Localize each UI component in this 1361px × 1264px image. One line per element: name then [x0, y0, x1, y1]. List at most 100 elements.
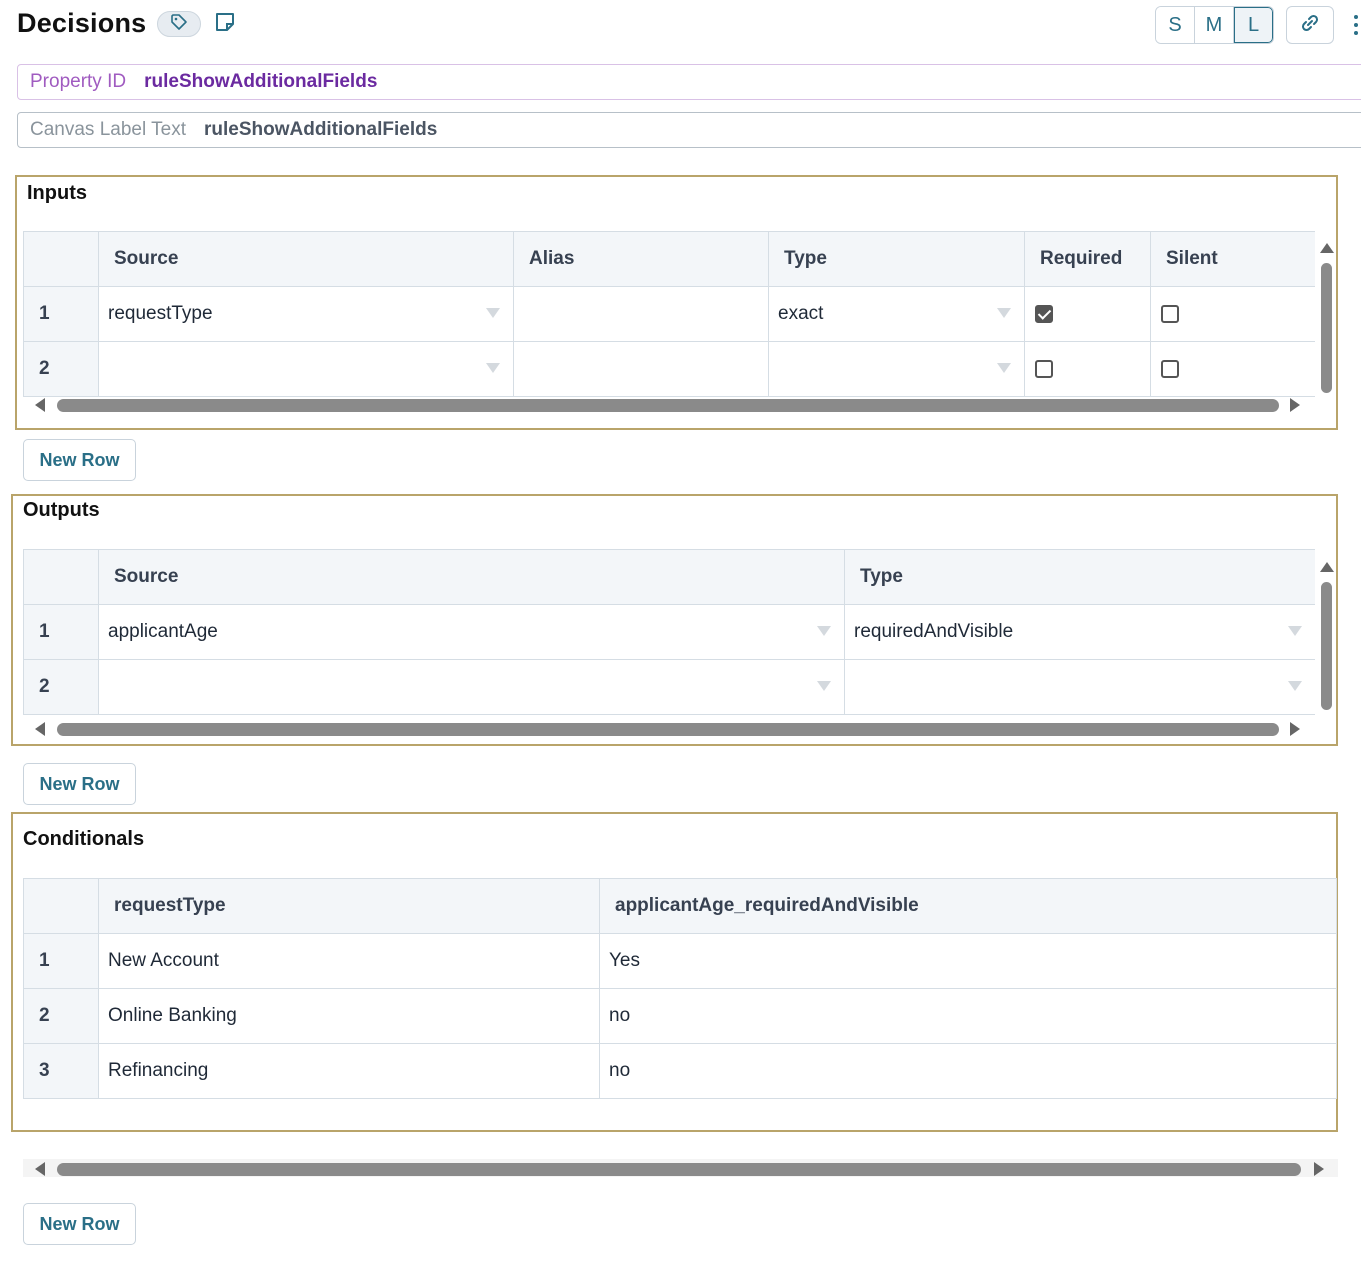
inputs-grid-viewport: Source Alias Type Required Silent 1 requ…: [23, 231, 1315, 397]
row-index: 2: [23, 659, 99, 715]
tag-button[interactable]: [157, 11, 201, 37]
chevron-down-icon: [486, 363, 500, 373]
canvas-label-value: ruleShowAdditionalFields: [203, 119, 438, 140]
scroll-thumb[interactable]: [1321, 263, 1332, 393]
conditionals-col-output: applicantAge_requiredAndVisible: [599, 878, 1337, 934]
scroll-thumb[interactable]: [1321, 582, 1332, 710]
inputs-col-source: Source: [98, 231, 514, 287]
scroll-thumb[interactable]: [57, 723, 1279, 736]
outputs-new-row-button[interactable]: New Row: [23, 763, 136, 805]
row-index: 1: [23, 933, 99, 989]
outputs-col-source: Source: [98, 549, 845, 605]
request-type-cell[interactable]: Online Banking: [98, 988, 600, 1044]
outputs-col-type: Type: [844, 549, 1315, 605]
type-select[interactable]: requiredAndVisible: [844, 604, 1315, 660]
required-checkbox[interactable]: [1035, 304, 1053, 323]
scroll-thumb[interactable]: [57, 399, 1279, 412]
table-row: 2: [23, 659, 1315, 715]
table-row: 1 requestType exact: [23, 286, 1315, 342]
request-type-cell[interactable]: New Account: [98, 933, 600, 989]
inputs-vertical-scrollbar[interactable]: [1318, 243, 1336, 398]
conditionals-new-row-button[interactable]: New Row: [23, 1203, 136, 1245]
inputs-index-header: [23, 231, 99, 287]
inputs-col-required: Required: [1024, 231, 1151, 287]
inputs-horizontal-scrollbar[interactable]: [23, 395, 1313, 413]
link-button[interactable]: [1286, 6, 1334, 44]
required-cell: [1024, 341, 1151, 397]
row-index: 3: [23, 1043, 99, 1099]
scroll-right-icon[interactable]: [1290, 722, 1300, 736]
silent-checkbox[interactable]: [1161, 359, 1179, 378]
inputs-title: Inputs: [27, 182, 87, 204]
scroll-up-icon[interactable]: [1320, 562, 1334, 572]
size-toggle-group: S M L: [1155, 6, 1274, 44]
source-value: requestType: [108, 303, 213, 324]
source-select[interactable]: applicantAge: [98, 604, 845, 660]
inputs-col-type: Type: [768, 231, 1025, 287]
alias-input[interactable]: [513, 341, 769, 397]
chevron-down-icon: [997, 363, 1011, 373]
conditionals-horizontal-scrollbar[interactable]: [23, 1159, 1338, 1177]
scroll-right-icon[interactable]: [1290, 398, 1300, 412]
inputs-new-row-button[interactable]: New Row: [23, 439, 136, 481]
silent-cell: [1150, 286, 1315, 342]
alias-input[interactable]: [513, 286, 769, 342]
chevron-down-icon: [817, 681, 831, 691]
note-button[interactable]: [213, 12, 237, 36]
required-checkbox[interactable]: [1035, 359, 1053, 378]
chevron-down-icon: [486, 308, 500, 318]
row-index: 1: [23, 286, 99, 342]
size-m-button[interactable]: M: [1195, 7, 1234, 43]
table-row: 1 New Account Yes: [23, 933, 1337, 989]
source-select[interactable]: requestType: [98, 286, 514, 342]
conditionals-index-header: [23, 878, 99, 934]
table-row: 2 Online Banking no: [23, 988, 1337, 1044]
outputs-grid-viewport: Source Type 1 applicantAge requiredAndVi…: [23, 549, 1315, 715]
chevron-down-icon: [1288, 626, 1302, 636]
scroll-left-icon[interactable]: [35, 722, 45, 736]
output-value-cell[interactable]: Yes: [599, 933, 1337, 989]
scroll-thumb[interactable]: [57, 1163, 1301, 1176]
silent-checkbox[interactable]: [1161, 304, 1179, 323]
outputs-table: Source Type 1 applicantAge requiredAndVi…: [23, 549, 1315, 715]
table-row: 1 applicantAge requiredAndVisible: [23, 604, 1315, 660]
canvas-label-label: Canvas Label Text: [30, 119, 186, 140]
scroll-left-icon[interactable]: [35, 1162, 45, 1176]
scroll-right-icon[interactable]: [1314, 1162, 1324, 1176]
type-select[interactable]: [844, 659, 1315, 715]
property-id-field[interactable]: Property ID ruleShowAdditionalFields: [17, 64, 1361, 100]
size-l-button[interactable]: L: [1234, 7, 1273, 43]
more-options-icon[interactable]: [1350, 12, 1361, 38]
outputs-panel: Outputs Source Type 1 applicantAge requi…: [11, 494, 1338, 746]
type-value: requiredAndVisible: [854, 621, 1014, 642]
scroll-up-icon[interactable]: [1320, 243, 1334, 253]
row-index: 1: [23, 604, 99, 660]
type-select[interactable]: [768, 341, 1025, 397]
type-select[interactable]: exact: [768, 286, 1025, 342]
source-select[interactable]: [98, 659, 845, 715]
chevron-down-icon: [1288, 681, 1302, 691]
inputs-table: Source Alias Type Required Silent 1 requ…: [23, 231, 1315, 397]
chevron-down-icon: [817, 626, 831, 636]
required-cell: [1024, 286, 1151, 342]
outputs-horizontal-scrollbar[interactable]: [23, 719, 1313, 737]
source-value: applicantAge: [108, 621, 218, 642]
size-s-button[interactable]: S: [1156, 7, 1195, 43]
canvas-label-field[interactable]: Canvas Label Text ruleShowAdditionalFiel…: [17, 112, 1361, 148]
table-row: 2: [23, 341, 1315, 397]
property-id-label: Property ID: [30, 71, 127, 92]
outputs-vertical-scrollbar[interactable]: [1318, 562, 1336, 712]
request-type-cell[interactable]: Refinancing: [98, 1043, 600, 1099]
output-value-cell[interactable]: no: [599, 988, 1337, 1044]
tag-icon: [170, 13, 188, 36]
editor-header: Decisions S M L: [17, 6, 1361, 44]
source-select[interactable]: [98, 341, 514, 397]
output-value-cell[interactable]: no: [599, 1043, 1337, 1099]
property-id-value: ruleShowAdditionalFields: [144, 71, 378, 92]
scroll-left-icon[interactable]: [35, 398, 45, 412]
silent-cell: [1150, 341, 1315, 397]
inputs-col-alias: Alias: [513, 231, 769, 287]
conditionals-title: Conditionals: [23, 828, 145, 850]
link-icon: [1299, 12, 1321, 39]
chevron-down-icon: [997, 308, 1011, 318]
